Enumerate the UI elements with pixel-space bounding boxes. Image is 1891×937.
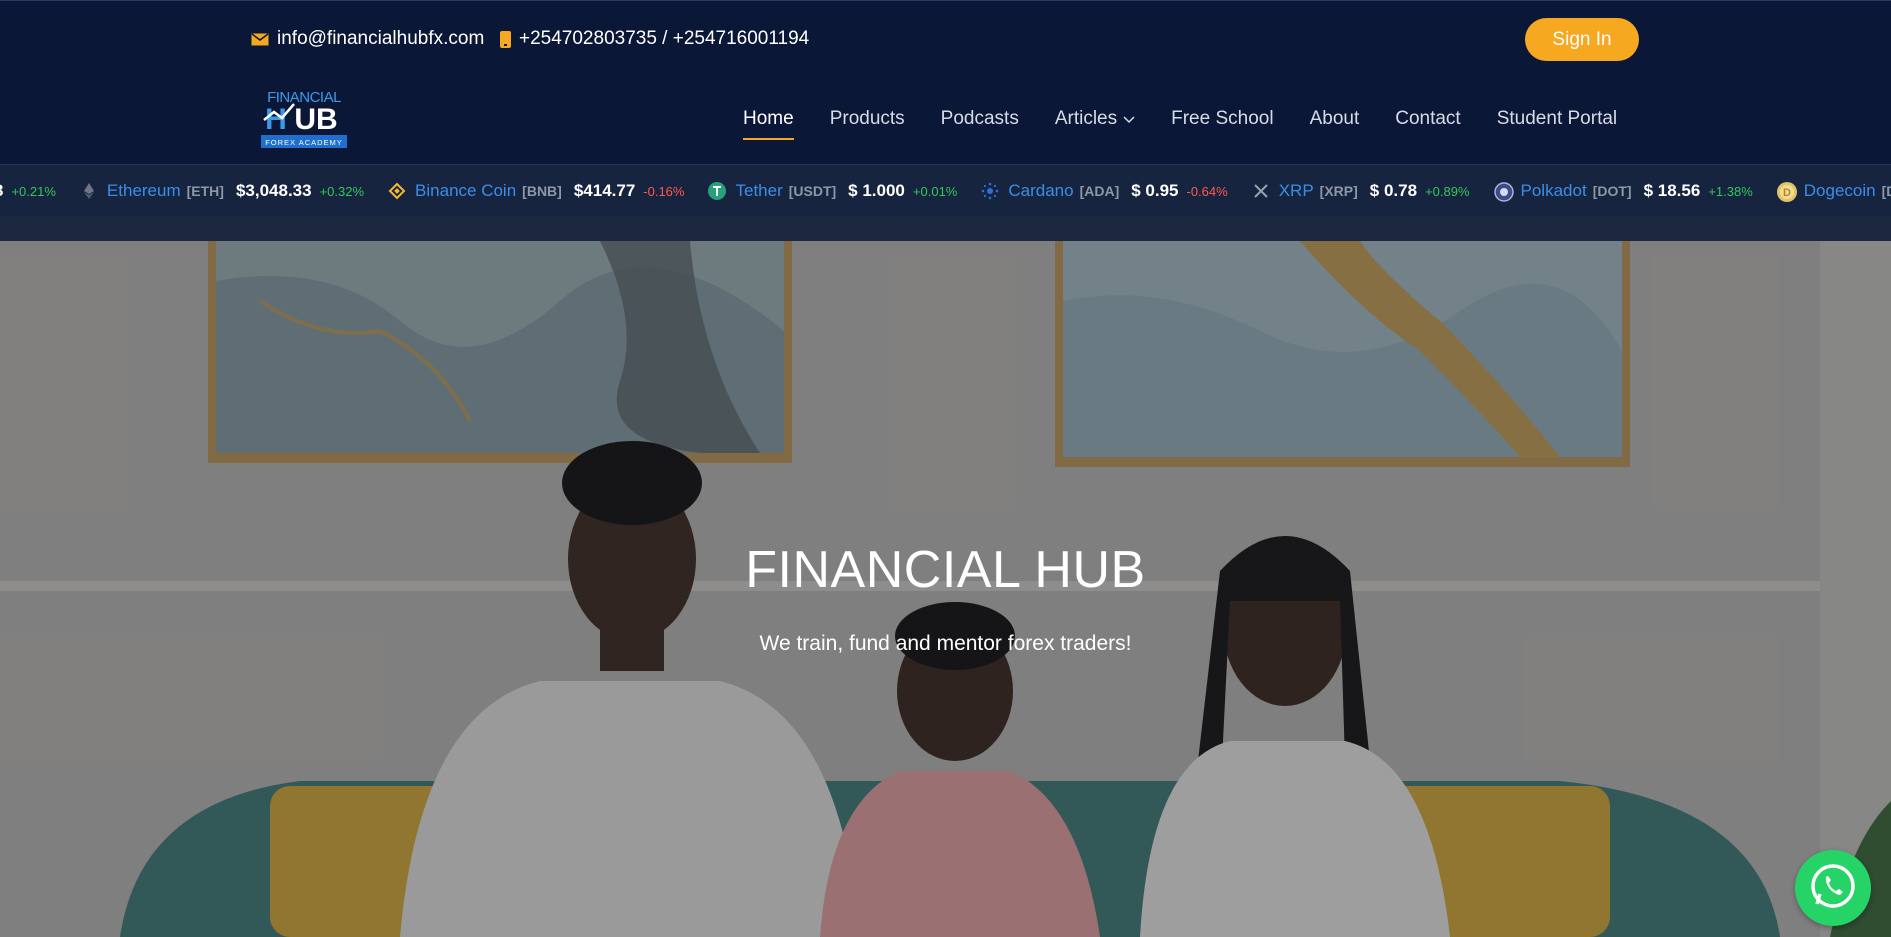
coin-symbol: [DOT] xyxy=(1592,183,1632,199)
coin-name: Cardano xyxy=(1008,181,1074,200)
ticker-item-lead: 3 +0.21% xyxy=(0,181,56,201)
ticker-lead-price: 3 xyxy=(0,181,3,201)
phone-text: +254702803735 / +254716001194 xyxy=(519,28,810,49)
nav-label-free-school: Free School xyxy=(1171,108,1274,129)
nav-label-home: Home xyxy=(743,108,794,129)
ticker-item-tether[interactable]: Tether [USDT] $ 1.000 +0.01% xyxy=(708,181,957,201)
coin-name: Dogecoin xyxy=(1803,181,1876,200)
coin-symbol: [USDT] xyxy=(788,183,837,199)
coin-symbol: [XRP] xyxy=(1319,183,1358,199)
nav-item-articles[interactable]: Articles xyxy=(1037,108,1153,130)
chevron-down-icon xyxy=(1123,108,1135,130)
nav-label-articles: Articles xyxy=(1054,108,1118,129)
tether-icon xyxy=(708,182,727,200)
coin-symbol: [BNB] xyxy=(522,183,562,199)
ticker-item-cardano[interactable]: Cardano [ADA] $ 0.95 -0.64% xyxy=(981,181,1228,201)
coin-change: -0.64% xyxy=(1186,183,1228,199)
svg-text:UB: UB xyxy=(294,103,337,136)
ethereum-icon xyxy=(80,182,98,200)
coin-change: +0.89% xyxy=(1425,183,1470,199)
hero-title: FINANCIAL HUB xyxy=(745,541,1146,599)
nav-item-products[interactable]: Products xyxy=(812,108,923,130)
coin-change: -0.16% xyxy=(643,183,685,199)
ticker-divider-strip xyxy=(0,216,1891,241)
email-text: info@financialhubfx.com xyxy=(277,28,485,49)
coin-price: $ 18.56 xyxy=(1643,181,1701,200)
whatsapp-icon xyxy=(1809,862,1857,915)
nav-item-about[interactable]: About xyxy=(1292,108,1378,130)
coin-name: Ethereum xyxy=(106,181,181,200)
nav-label-about: About xyxy=(1309,108,1360,129)
polkadot-icon xyxy=(1493,182,1514,202)
svg-text:D: D xyxy=(1783,187,1791,199)
coin-symbol: [DO xyxy=(1881,183,1891,199)
svg-text:H: H xyxy=(265,103,287,136)
ticker-item-dogecoin[interactable]: D Dogecoin [DO xyxy=(1776,181,1891,202)
coin-price: $ 0.78 xyxy=(1369,181,1418,200)
nav-label-student-portal: Student Portal xyxy=(1496,108,1618,129)
main-nav-menu: Home Products Podcasts Articles Free Sch… xyxy=(743,108,1635,140)
coin-change: +0.01% xyxy=(912,183,958,199)
main-navbar: FINANCIAL UB H FOREX ACADEMY Home Produc… xyxy=(0,76,1891,164)
financial-hub-logo[interactable]: FINANCIAL UB H FOREX ACADEMY xyxy=(260,88,348,150)
ticker-item-ethereum[interactable]: Ethereum [ETH] $3,048.33 +0.32% xyxy=(80,181,364,201)
nav-item-free-school[interactable]: Free School xyxy=(1153,108,1291,130)
phone-contact[interactable]: +254702803735 / +254716001194 xyxy=(500,28,809,50)
sign-in-button[interactable]: Sign In xyxy=(1525,18,1639,61)
ticker-lead-change: +0.21% xyxy=(11,183,56,199)
ticker-item-xrp[interactable]: XRP [XRP] $ 0.78 +0.89% xyxy=(1252,181,1470,201)
coin-name: Polkadot xyxy=(1520,181,1587,200)
ticker-track: 3 +0.21% Ethereum [ETH] $3,048.33 +0.32%… xyxy=(0,165,1891,217)
coin-symbol: [ADA] xyxy=(1079,183,1120,199)
mail-icon xyxy=(251,32,269,46)
nav-item-podcasts[interactable]: Podcasts xyxy=(923,108,1037,130)
binance-icon xyxy=(388,182,406,200)
dogecoin-icon: D xyxy=(1776,182,1797,202)
ticker-item-polkadot[interactable]: Polkadot [DOT] $ 18.56 +1.38% xyxy=(1493,181,1753,202)
phone-icon xyxy=(500,30,511,48)
xrp-icon xyxy=(1252,182,1270,200)
crypto-price-ticker[interactable]: 3 +0.21% Ethereum [ETH] $3,048.33 +0.32%… xyxy=(0,164,1891,217)
nav-item-home[interactable]: Home xyxy=(743,108,812,140)
coin-price: $ 0.95 xyxy=(1131,181,1179,200)
coin-name: Tether xyxy=(735,181,783,200)
nav-label-products: Products xyxy=(829,108,905,129)
email-contact[interactable]: info@financialhubfx.com xyxy=(251,28,484,50)
coin-change: +0.32% xyxy=(319,183,365,199)
nav-label-contact: Contact xyxy=(1395,108,1461,129)
nav-item-contact[interactable]: Contact xyxy=(1377,108,1478,130)
coin-change: +1.38% xyxy=(1708,183,1753,199)
nav-item-student-portal[interactable]: Student Portal xyxy=(1479,108,1635,130)
coin-symbol: [ETH] xyxy=(186,183,224,199)
whatsapp-chat-button[interactable] xyxy=(1795,850,1871,926)
top-contact-bar: info@financialhubfx.com +254702803735 / … xyxy=(0,0,1891,77)
svg-text:FOREX ACADEMY: FOREX ACADEMY xyxy=(265,138,343,147)
coin-name: Binance Coin xyxy=(415,181,517,200)
hero-subtitle: We train, fund and mentor forex traders! xyxy=(759,632,1132,655)
coin-price: $ 1.000 xyxy=(848,181,905,200)
coin-price: $414.77 xyxy=(573,181,636,200)
nav-label-podcasts: Podcasts xyxy=(940,108,1019,129)
cardano-icon xyxy=(981,182,999,200)
coin-name: XRP xyxy=(1278,181,1314,200)
coin-price: $3,048.33 xyxy=(235,181,312,200)
ticker-item-binance-coin[interactable]: Binance Coin [BNB] $414.77 -0.16% xyxy=(388,181,684,201)
